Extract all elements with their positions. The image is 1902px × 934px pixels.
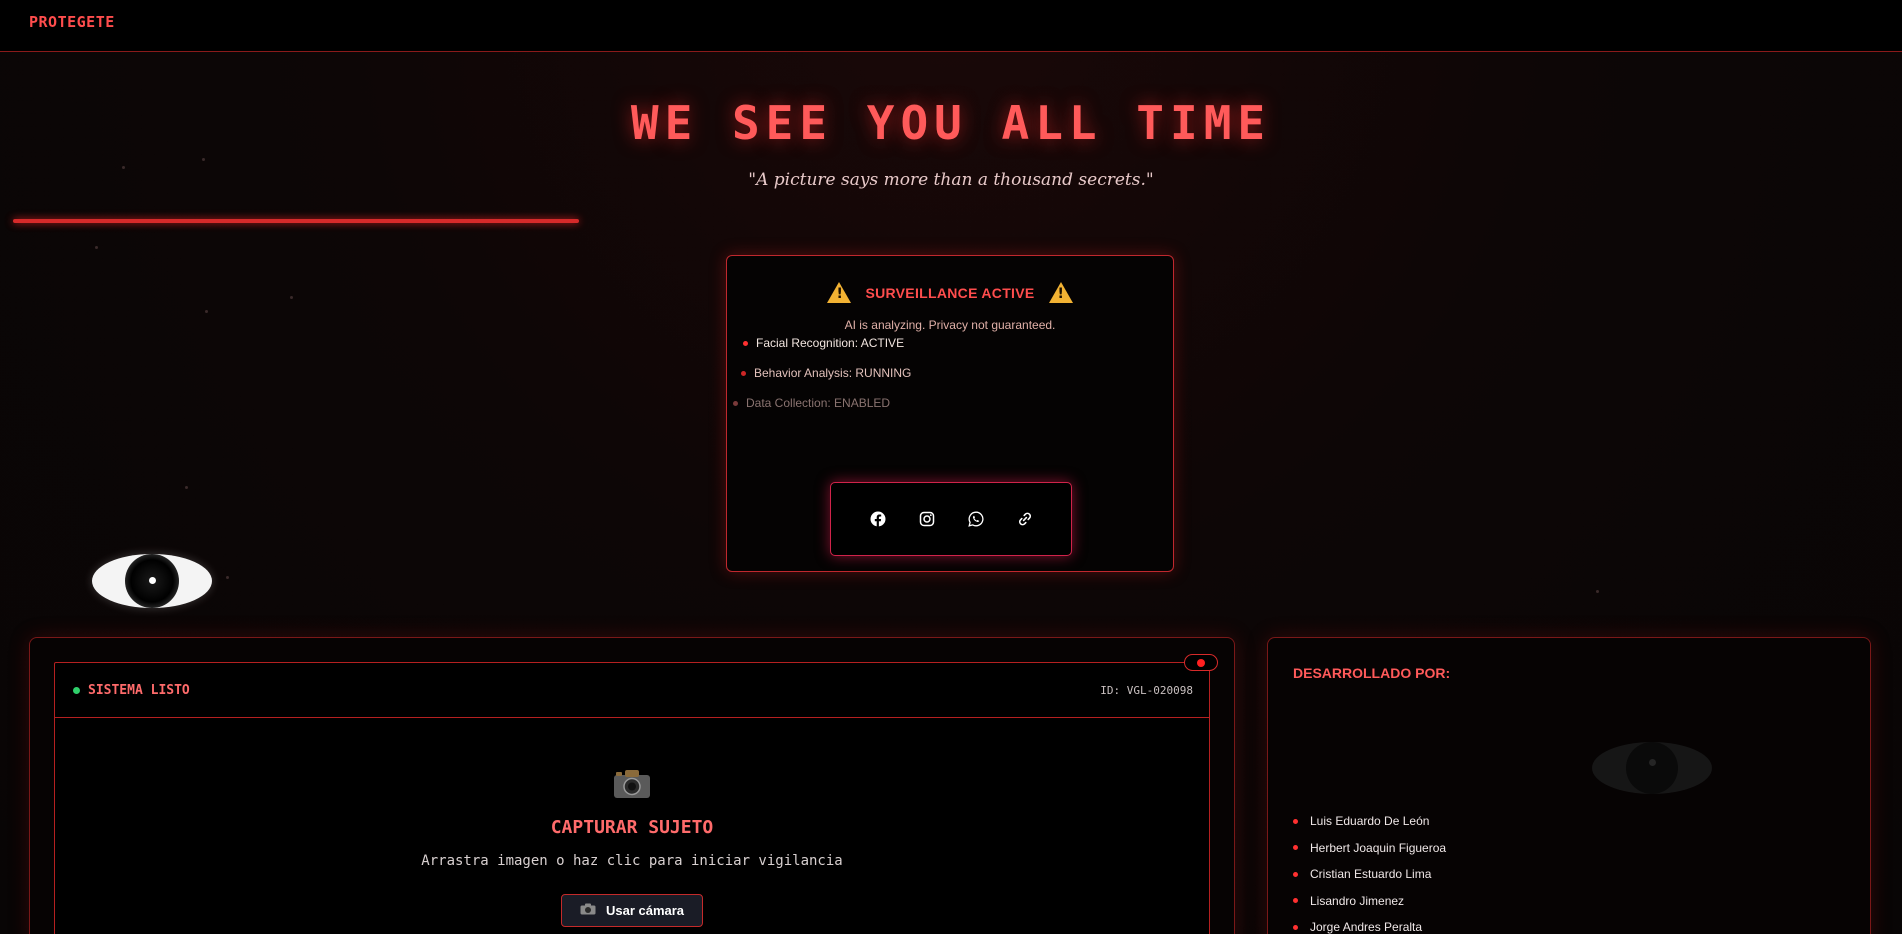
whatsapp-icon[interactable] [967, 510, 985, 528]
surveillance-title: SURVEILLANCE ACTIVE [865, 284, 1035, 301]
status-behavior-analysis: Behavior Analysis: RUNNING [741, 366, 911, 380]
background-particle [95, 246, 98, 249]
capture-dropzone[interactable]: SISTEMA LISTO ID: VGL-020098 CAPTURAR SU… [54, 662, 1210, 934]
capture-instructions: Arrastra imagen o haz clic para iniciar … [421, 853, 843, 869]
background-particle [226, 576, 229, 579]
background-particle [202, 158, 205, 161]
warning-icon [827, 282, 852, 303]
status-dot [741, 371, 746, 377]
status-data-collection: Data Collection: ENABLED [733, 396, 890, 410]
background-particle [290, 296, 293, 299]
developer-item: Lisandro Jimenez [1293, 888, 1446, 915]
background-particle [205, 310, 208, 313]
status-dot [743, 341, 748, 347]
surveillance-card: SURVEILLANCE ACTIVE AI is analyzing. Pri… [726, 255, 1174, 572]
system-status: SISTEMA LISTO [73, 683, 190, 698]
eye-icon [1592, 742, 1712, 794]
developer-item: Luis Eduardo De León [1293, 808, 1446, 835]
use-camera-button[interactable]: Usar cámara [561, 894, 703, 927]
developer-item: Cristian Estuardo Lima [1293, 861, 1446, 888]
developer-item: Herbert Joaquin Figueroa [1293, 835, 1446, 862]
developer-item: Jorge Andres Peralta [1293, 914, 1446, 934]
capture-title: CAPTURAR SUJETO [550, 817, 714, 838]
surveillance-description: AI is analyzing. Privacy not guaranteed. [844, 318, 1056, 332]
developers-title: DESARROLLADO POR: [1293, 665, 1451, 681]
link-icon[interactable] [1016, 510, 1034, 528]
background-particle [185, 486, 188, 489]
scan-line [13, 219, 579, 223]
use-camera-label: Usar cámara [605, 903, 685, 918]
capture-header: SISTEMA LISTO ID: VGL-020098 [55, 663, 1209, 718]
brand-logo[interactable]: PROTEGETE [29, 13, 115, 31]
warning-icon [1048, 282, 1073, 303]
floating-eye-icon [92, 554, 212, 608]
recording-indicator [1184, 654, 1218, 671]
facebook-icon[interactable] [869, 510, 887, 528]
hero-subtitle: "A picture says more than a thousand sec… [748, 170, 1154, 190]
developers-list: Luis Eduardo De León Herbert Joaquin Fig… [1293, 808, 1446, 934]
status-facial-recognition: Facial Recognition: ACTIVE [743, 336, 904, 350]
hero-title: WE SEE YOU ALL TIME [630, 96, 1272, 150]
background-particle [122, 166, 125, 169]
camera-icon [580, 903, 596, 918]
camera-icon [613, 769, 651, 799]
developers-panel: DESARROLLADO POR: Luis Eduardo De León H… [1267, 637, 1871, 934]
top-navbar: PROTEGETE [0, 0, 1902, 52]
instagram-icon[interactable] [918, 510, 936, 528]
ready-indicator-icon [73, 687, 80, 694]
session-id: ID: VGL-020098 [1100, 684, 1193, 697]
background-particle [1596, 590, 1599, 593]
status-dot [733, 401, 738, 407]
record-dot-icon [1197, 659, 1205, 667]
social-links [830, 482, 1072, 556]
